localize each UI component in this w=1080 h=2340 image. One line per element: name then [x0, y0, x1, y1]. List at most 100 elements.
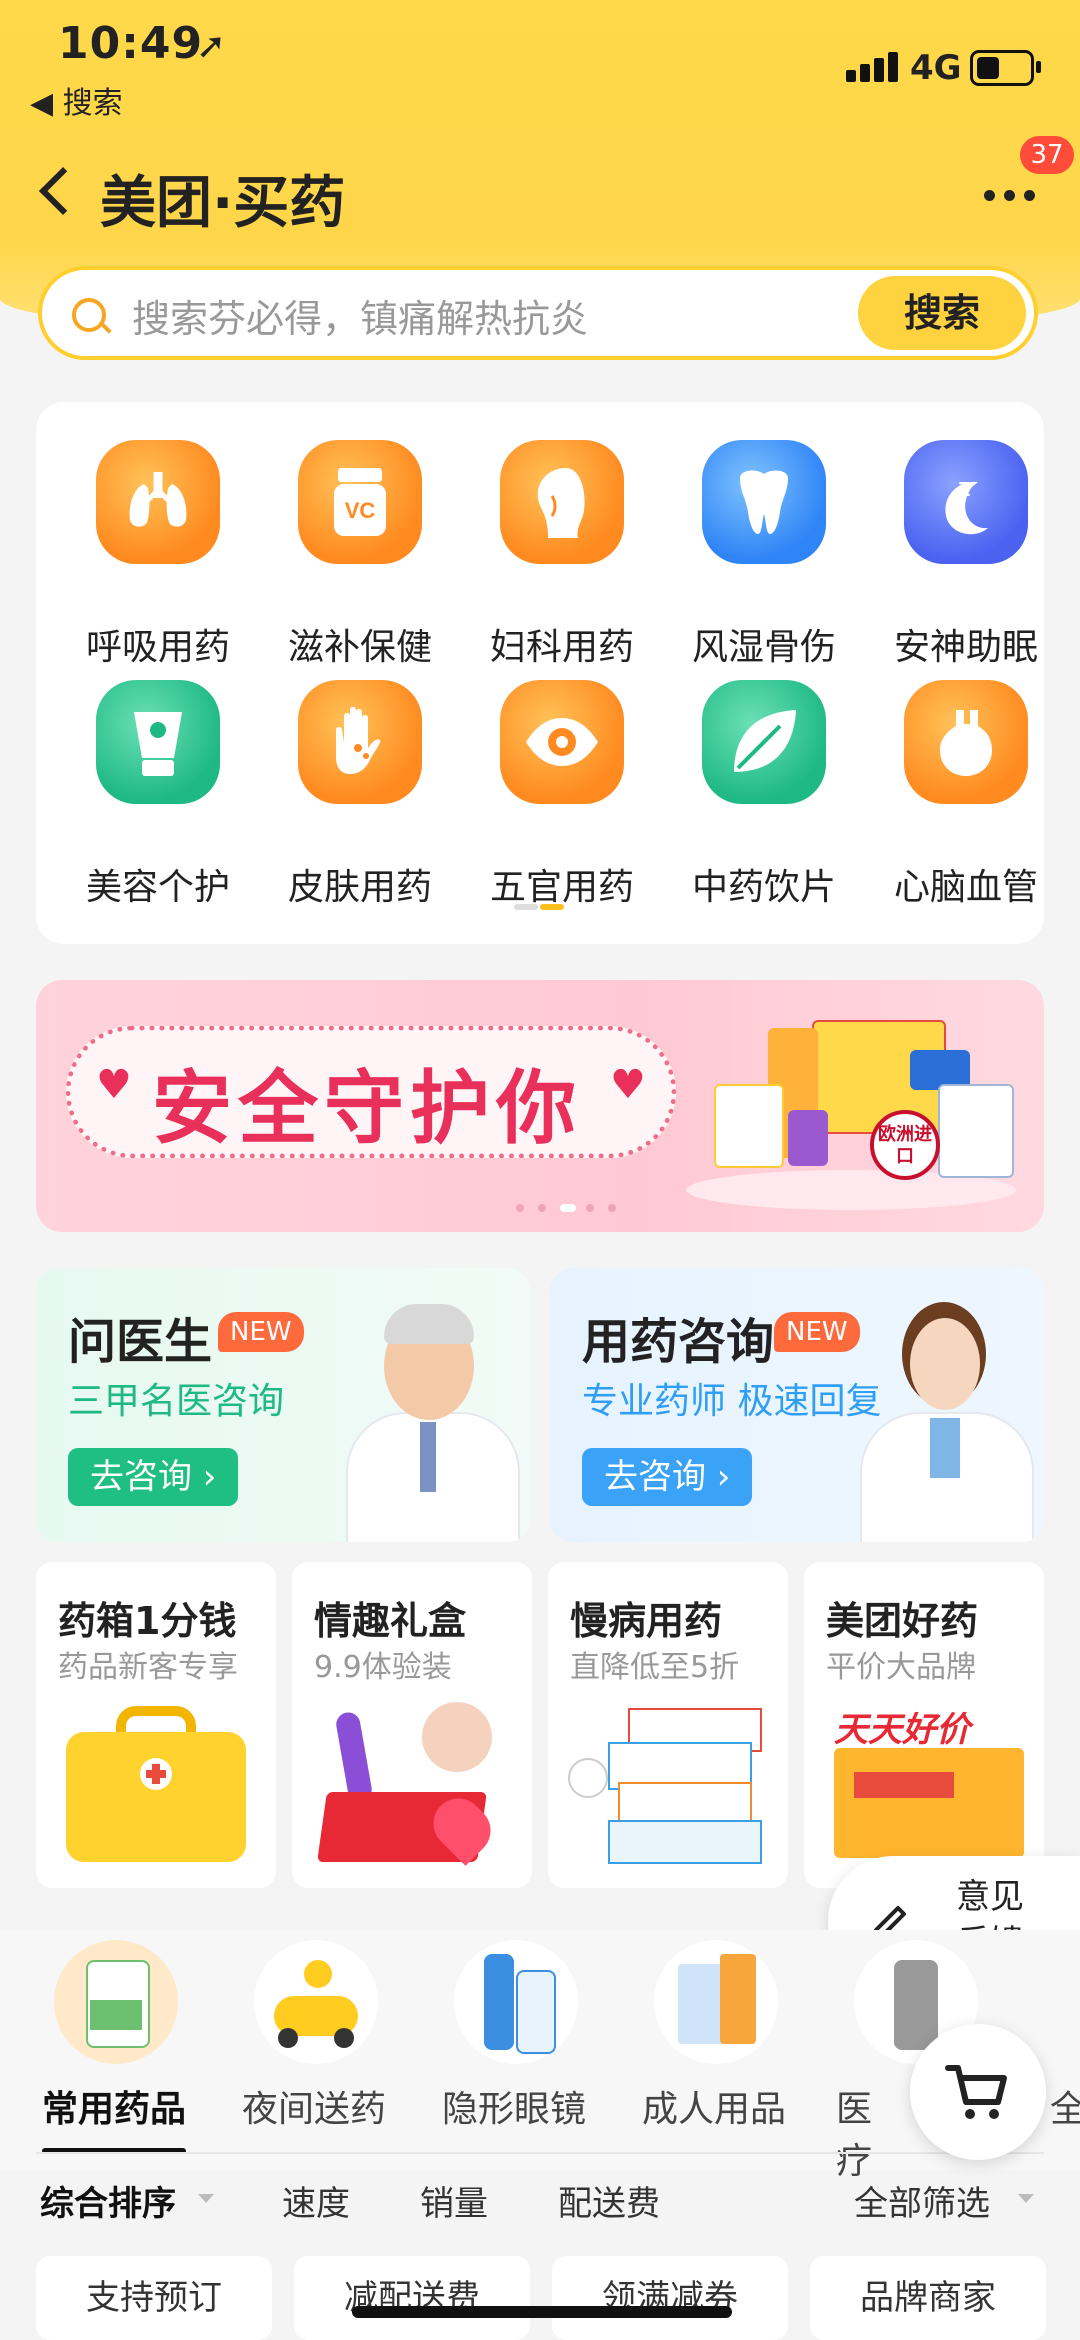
- cart-button[interactable]: [910, 2024, 1046, 2160]
- svg-text:Z: Z: [958, 479, 970, 501]
- filter-chip-preorder[interactable]: 支持预订: [36, 2256, 272, 2340]
- sort-delivery-fee[interactable]: 配送费: [558, 2176, 660, 2225]
- category-label: 美容个护: [85, 867, 230, 908]
- tab-thumbnail: [654, 1940, 778, 2064]
- heart-organ-icon: [904, 680, 1028, 804]
- category-herbal[interactable]: 中药饮片: [664, 680, 864, 908]
- promo-title: 慢病用药: [570, 1599, 723, 1643]
- promo-title: 美团好药: [826, 1599, 979, 1643]
- moon-sleep-icon: Z: [904, 440, 1028, 564]
- tab-contact-lens[interactable]: 隐形眼镜: [414, 1930, 594, 2130]
- divider: [36, 2152, 1044, 2154]
- search-input[interactable]: 搜索芬必得，镇痛解热抗炎: [132, 288, 588, 343]
- tab-thumbnail: [54, 1940, 178, 2064]
- card-title: 问医生: [68, 1314, 213, 1370]
- promo-card-medkit[interactable]: 药箱1分钱 药品新客专享: [36, 1562, 276, 1888]
- category-label: 心脑血管: [893, 867, 1038, 908]
- location-arrow-icon: ➚: [196, 26, 227, 67]
- category-label: 皮肤用药: [287, 867, 432, 908]
- search-button[interactable]: 搜索: [858, 276, 1026, 350]
- hand-icon: [298, 680, 422, 804]
- category-cardio[interactable]: 心脑血管: [866, 680, 1066, 908]
- promo-card-good-medicine[interactable]: 美团好药 平价大品牌 天天好价: [804, 1562, 1044, 1888]
- tab-thumbnail: [454, 1940, 578, 2064]
- filter-chip-brand[interactable]: 品牌商家: [810, 2256, 1046, 2340]
- heart-icon: ♥: [610, 1062, 646, 1108]
- daily-price-text: 天天好价: [834, 1710, 970, 1750]
- promo-card-giftbox[interactable]: 情趣礼盒 9.9体验装: [292, 1562, 532, 1888]
- consult-button[interactable]: 去咨询 ›: [68, 1448, 239, 1506]
- ask-doctor-card[interactable]: 问医生 NEW 三甲名医咨询 去咨询 ›: [36, 1268, 530, 1542]
- category-skin[interactable]: 皮肤用药: [260, 680, 460, 908]
- category-label: 安神助眠: [893, 627, 1038, 668]
- category-sleep[interactable]: Z 安神助眠: [866, 440, 1066, 668]
- import-stamp: 欧洲进口: [870, 1110, 940, 1180]
- page-indicator: [514, 904, 566, 910]
- category-label: 呼吸用药: [85, 627, 230, 668]
- back-to-app-link[interactable]: ◀ 搜索: [30, 78, 123, 122]
- tab-night-delivery[interactable]: 夜间送药: [214, 1930, 394, 2130]
- tab-adult-products[interactable]: 成人用品: [614, 1930, 794, 2130]
- promo-title: 药箱1分钱: [58, 1599, 237, 1643]
- status-bar: 10:49 ➚ ◀ 搜索 4G: [0, 0, 1080, 122]
- filter-chip-coupon[interactable]: 领满减券: [552, 2256, 788, 2340]
- new-badge: NEW: [218, 1312, 304, 1352]
- message-count-badge: 37: [1020, 136, 1074, 174]
- category-label: 五官用药: [489, 867, 634, 908]
- tab-label: 全: [1050, 2089, 1080, 2130]
- new-badge: NEW: [774, 1312, 860, 1352]
- category-health[interactable]: VC 滋补保健: [260, 440, 460, 668]
- card-subtitle: 三甲名医咨询: [68, 1381, 285, 1422]
- cart-icon: [945, 2065, 1007, 2119]
- back-arrow-icon[interactable]: [32, 160, 92, 220]
- svg-text:VC: VC: [345, 498, 376, 523]
- filter-all[interactable]: 全部筛选: [854, 2176, 990, 2225]
- search-icon: [72, 298, 106, 332]
- tab-label: 夜间送药: [241, 2089, 386, 2130]
- promo-subtitle: 9.9体验装: [314, 1650, 452, 1685]
- promo-title: 情趣礼盒: [314, 1599, 467, 1643]
- eye-icon: [500, 680, 624, 804]
- giftbox-image: [312, 1702, 512, 1872]
- woman-profile-icon: [500, 440, 624, 564]
- banner-indicator: [516, 1204, 636, 1212]
- leaf-icon: [702, 680, 826, 804]
- medication-consult-card[interactable]: 用药咨询 NEW 专业药师 极速回复 去咨询 ›: [550, 1268, 1044, 1542]
- category-tabs: 常用药品 夜间送药 隐形眼镜 成人用品 医疗 全: [0, 1930, 1080, 2182]
- search-bar[interactable]: 搜索芬必得，镇痛解热抗炎 搜索: [38, 266, 1038, 360]
- tooth-bone-icon: [702, 440, 826, 564]
- heart-icon: ♥: [96, 1062, 132, 1108]
- sort-comprehensive[interactable]: 综合排序: [40, 2176, 176, 2225]
- page-title: 美团·买药: [100, 171, 346, 236]
- card-subtitle: 专业药师 极速回复: [582, 1381, 882, 1422]
- promo-card-chronic[interactable]: 慢病用药 直降低至5折: [548, 1562, 788, 1888]
- category-rheumatism[interactable]: 风湿骨伤: [664, 440, 864, 668]
- status-time: 10:49: [58, 18, 204, 69]
- daily-price-image: 天天好价: [824, 1702, 1024, 1872]
- network-type: 4G: [910, 48, 962, 88]
- promo-subtitle: 直降低至5折: [570, 1650, 740, 1685]
- category-label: 风湿骨伤: [691, 627, 836, 668]
- signal-icon: [846, 48, 900, 82]
- category-respiratory[interactable]: 呼吸用药: [58, 440, 258, 668]
- consult-button[interactable]: 去咨询 ›: [582, 1448, 753, 1506]
- more-menu-icon[interactable]: [978, 170, 1042, 210]
- promo-banner[interactable]: ♥ ♥ 安全守护你 欧洲进口: [36, 980, 1044, 1232]
- category-label: 中药饮片: [691, 867, 836, 908]
- category-grid: 呼吸用药 VC 滋补保健 妇科用药 风湿骨伤 Z 安神助眠 美容个护 皮肤用药: [36, 402, 1044, 944]
- banner-title: 安全守护你: [152, 1062, 582, 1155]
- product-box: [714, 1084, 784, 1168]
- tab-common-medicine[interactable]: 常用药品: [14, 1930, 194, 2130]
- nav-bar: 美团·买药 37: [0, 136, 1080, 240]
- product-box: [938, 1084, 1014, 1178]
- filter-chip-delivery-discount[interactable]: 减配送费: [294, 2256, 530, 2340]
- home-indicator: [352, 2306, 732, 2318]
- lungs-icon: [96, 440, 220, 564]
- tab-label: 隐形眼镜: [441, 2089, 586, 2130]
- category-gynecology[interactable]: 妇科用药: [462, 440, 662, 668]
- promo-subtitle: 药品新客专享: [58, 1650, 238, 1685]
- sort-speed[interactable]: 速度: [282, 2176, 350, 2225]
- sort-sales[interactable]: 销量: [420, 2176, 488, 2225]
- category-eye[interactable]: 五官用药: [462, 680, 662, 908]
- category-beauty[interactable]: 美容个护: [58, 680, 258, 908]
